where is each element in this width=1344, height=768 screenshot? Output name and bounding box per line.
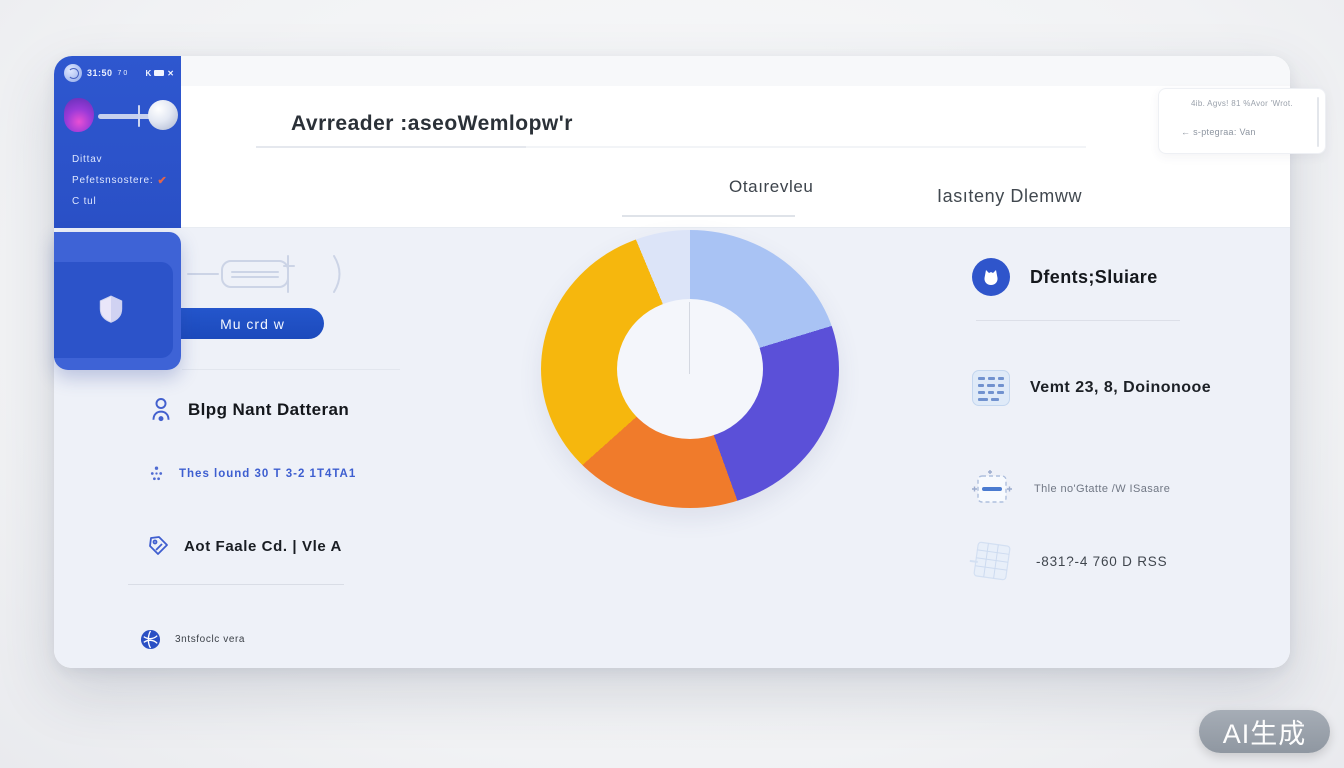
shield-icon bbox=[96, 294, 126, 326]
sidebar-item-1[interactable]: Dittav bbox=[72, 154, 172, 165]
tab-overview[interactable]: Otaırevleu bbox=[729, 177, 813, 197]
list-item-label: 3ntsfoclc vera bbox=[175, 634, 245, 645]
spreadsheet-icon bbox=[968, 538, 1016, 584]
list-item[interactable]: Vemt 23, 8, Doinonooe bbox=[972, 370, 1211, 406]
back-arrow-icon: ← bbox=[1181, 127, 1190, 137]
popover-line2[interactable]: ← s-ptegraa: Van bbox=[1181, 127, 1256, 137]
scrollbar[interactable] bbox=[1317, 97, 1319, 147]
tab-history[interactable]: Iasıteny Dlemww bbox=[937, 186, 1082, 207]
close-icon[interactable]: ✕ bbox=[167, 69, 174, 78]
list-item-label: Thes lound 30 T 3-2 1T4TA1 bbox=[179, 468, 356, 480]
calendar-grid-icon bbox=[972, 370, 1010, 406]
header-divider bbox=[181, 227, 1290, 228]
status-bar: 31:50 7 0 K ✕ bbox=[64, 63, 174, 83]
primary-action-button[interactable]: Mu crd w bbox=[181, 308, 324, 339]
list-item[interactable]: Thes lound 30 T 3-2 1T4TA1 bbox=[148, 464, 356, 483]
globe-icon bbox=[140, 629, 161, 650]
list-item-label: Aot Faale Cd. | Vle A bbox=[184, 538, 342, 555]
header: Avrreader :aseoWemlopw'r Otaırevleu Iası… bbox=[181, 56, 1290, 228]
divider bbox=[128, 584, 344, 585]
sphere-icon bbox=[148, 100, 178, 130]
sidebar-menu: Dittav Pefetsnsostere: ✔ C tul bbox=[72, 154, 172, 216]
list-item[interactable]: Aot Faale Cd. | Vle A bbox=[146, 534, 342, 558]
purple-blob-icon bbox=[64, 98, 94, 132]
status-time: 31:50 bbox=[87, 68, 113, 78]
person-pin-icon bbox=[148, 396, 174, 424]
list-item[interactable]: Thle no'Gtatte /W ISasare bbox=[970, 468, 1170, 510]
connector-cross bbox=[138, 105, 140, 127]
page-title: Avrreader :aseoWemlopw'r bbox=[291, 112, 573, 136]
list-item[interactable]: 3ntsfoclc vera bbox=[140, 629, 245, 650]
list-item-label: -831?-4 760 D RSS bbox=[1036, 554, 1167, 569]
list-item-label: Thle no'Gtatte /W ISasare bbox=[1034, 483, 1170, 495]
connector-illustration bbox=[62, 94, 174, 140]
title-underline bbox=[256, 146, 526, 148]
donut-hole bbox=[617, 299, 763, 439]
title-underline-faint bbox=[526, 146, 1086, 148]
battery-box-icon bbox=[970, 468, 1014, 510]
sidebar-item-3[interactable]: C tul bbox=[72, 196, 172, 207]
sparkle-icon bbox=[148, 464, 165, 483]
list-item[interactable]: Blpg Nant Datteran bbox=[148, 396, 349, 424]
signal-icon: K bbox=[146, 69, 152, 78]
list-item-label: Vemt 23, 8, Doinonooe bbox=[1030, 379, 1211, 397]
battery-icon bbox=[154, 70, 164, 76]
list-item-label: Blpg Nant Datteran bbox=[188, 400, 349, 420]
tag-icon bbox=[146, 534, 170, 558]
sidebar-card[interactable] bbox=[54, 232, 181, 370]
header-popover: 4ib. Agvs! 81 %Avor 'Wrot. ← s-ptegraa: … bbox=[1158, 88, 1326, 154]
sidebar: 31:50 7 0 K ✕ Dittav Pefetsnso bbox=[54, 56, 181, 228]
chart-needle bbox=[689, 302, 690, 374]
avatar bbox=[64, 64, 82, 82]
check-icon: ✔ bbox=[157, 174, 167, 187]
list-item[interactable]: Dfents;Sluiare bbox=[972, 258, 1158, 296]
sidebar-card-inner bbox=[54, 262, 173, 358]
status-indicators: 7 0 bbox=[118, 70, 128, 77]
sidebar-item-2[interactable]: Pefetsnsostere: ✔ bbox=[72, 174, 172, 187]
header-top-strip bbox=[181, 56, 1290, 86]
active-tab-underline bbox=[622, 215, 795, 217]
cat-avatar-icon bbox=[972, 258, 1010, 296]
divider bbox=[976, 320, 1180, 321]
ai-watermark-badge: AI生成 bbox=[1199, 710, 1330, 753]
syringe-icon bbox=[184, 244, 354, 300]
connector-rod bbox=[98, 114, 154, 119]
app-window: Avrreader :aseoWemlopw'r Otaırevleu Iası… bbox=[54, 56, 1290, 668]
toolbar-divider bbox=[182, 369, 400, 370]
desktop-background: Avrreader :aseoWemlopw'r Otaırevleu Iası… bbox=[0, 0, 1344, 768]
list-item-label: Dfents;Sluiare bbox=[1030, 267, 1158, 288]
list-item[interactable]: -831?-4 760 D RSS bbox=[968, 538, 1167, 584]
popover-line1: 4ib. Agvs! 81 %Avor 'Wrot. bbox=[1191, 99, 1293, 108]
